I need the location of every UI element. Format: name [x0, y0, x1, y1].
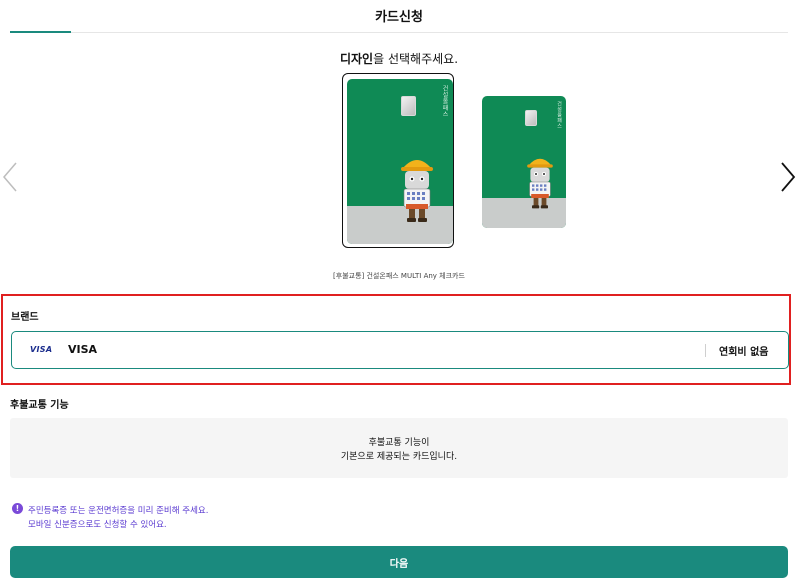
- brand-label: 브랜드: [11, 312, 39, 323]
- progress-bar: [10, 31, 71, 33]
- visa-logo-icon: VISA: [30, 345, 53, 354]
- card-chip-icon: [525, 110, 537, 126]
- annual-fee-text: 연회비 없음: [719, 347, 769, 358]
- deferred-info-line-2: 기본으로 제공되는 카드입니다.: [340, 452, 458, 462]
- page-title: 카드신청: [375, 10, 423, 25]
- deferred-transit-label: 후불교통 기능: [10, 400, 69, 411]
- construction-mascot-icon: [527, 158, 553, 209]
- carousel-next-button[interactable]: [778, 160, 798, 194]
- card-brand-text: 건설올패스: [441, 85, 448, 118]
- card-product-name: [후불교통] 건설온패스 MULTI Any 체크카드: [333, 272, 465, 280]
- card-chip-icon: [401, 96, 416, 116]
- deferred-info-line-1: 후불교통 기능이: [368, 438, 430, 448]
- next-button[interactable]: 다음: [10, 546, 788, 578]
- construction-mascot-icon: [401, 160, 433, 222]
- design-heading: 디자인을 선택해주세요.: [0, 50, 798, 67]
- notice-line-1: 주민등록증 또는 운전면허증을 미리 준비해 주세요.: [28, 506, 209, 516]
- chevron-right-icon: [781, 162, 796, 192]
- card-design-option-selected[interactable]: 건설올패스: [347, 79, 453, 244]
- deferred-transit-info-box: 후불교통 기능이 기본으로 제공되는 카드입니다.: [10, 418, 788, 478]
- notice-line-2: 모바일 신분증으로도 신청할 수 있어요.: [28, 520, 167, 530]
- brand-option-name: VISA: [68, 343, 98, 356]
- brand-section: 브랜드 VISA VISA 연회비 없음: [1, 294, 791, 385]
- page-header: 카드신청: [10, 0, 788, 33]
- design-heading-rest: 을 선택해주세요.: [373, 52, 459, 66]
- chevron-left-icon: [3, 162, 17, 192]
- divider: [705, 344, 706, 357]
- carousel-prev-button[interactable]: [0, 160, 20, 194]
- brand-option-visa[interactable]: VISA VISA 연회비 없음: [11, 331, 789, 369]
- design-heading-bold: 디자인: [339, 52, 374, 66]
- card-design-option[interactable]: 건설올패스: [482, 96, 566, 228]
- info-exclamation-icon: !: [12, 503, 23, 514]
- card-brand-text: 건설올패스: [556, 101, 562, 129]
